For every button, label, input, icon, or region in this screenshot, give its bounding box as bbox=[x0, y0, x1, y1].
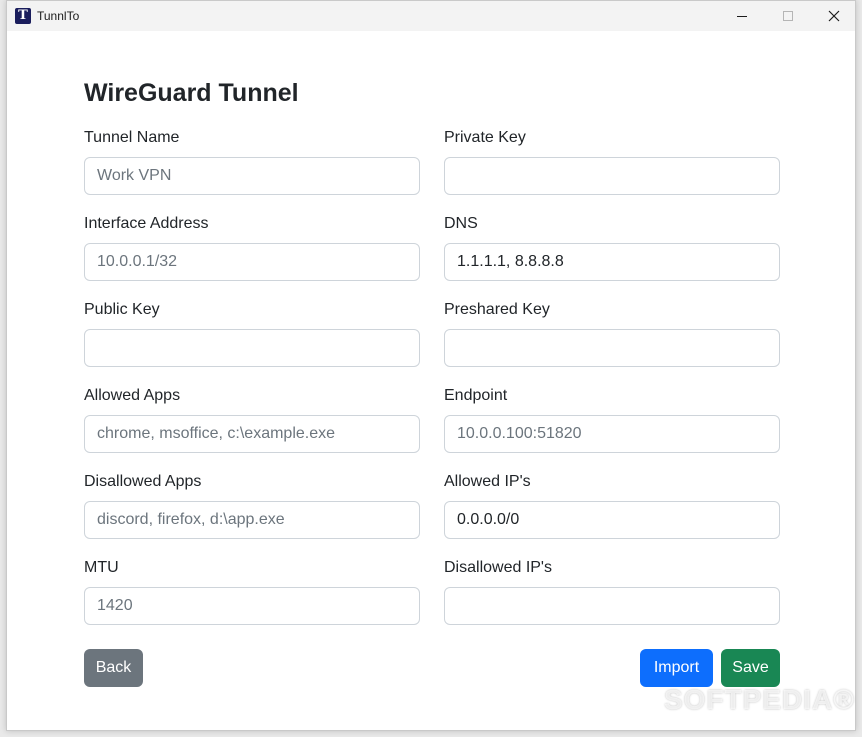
endpoint-label: Endpoint bbox=[444, 387, 508, 404]
mtu-input[interactable] bbox=[84, 587, 420, 625]
minimize-button[interactable] bbox=[719, 1, 765, 31]
allowed-ips-input[interactable] bbox=[444, 501, 780, 539]
preshared-key-input[interactable] bbox=[444, 329, 780, 367]
back-button[interactable]: Back bbox=[84, 649, 143, 687]
disallowed-ips-label: Disallowed IP's bbox=[444, 559, 552, 576]
app-logo-icon: T bbox=[15, 8, 31, 24]
disallowed-apps-input[interactable] bbox=[84, 501, 420, 539]
import-button[interactable]: Import bbox=[640, 649, 713, 687]
title-bar: T TunnlTo bbox=[7, 1, 855, 31]
allowed-ips-label: Allowed IP's bbox=[444, 473, 531, 490]
maximize-button[interactable] bbox=[765, 1, 811, 31]
tunnel-name-input[interactable] bbox=[84, 157, 420, 195]
tunnel-name-label: Tunnel Name bbox=[84, 129, 180, 146]
private-key-label: Private Key bbox=[444, 129, 526, 146]
allowed-apps-input[interactable] bbox=[84, 415, 420, 453]
watermark: SOFTPEDIA® bbox=[664, 684, 855, 715]
public-key-label: Public Key bbox=[84, 301, 160, 318]
page-title: WireGuard Tunnel bbox=[84, 79, 299, 107]
close-icon bbox=[828, 10, 840, 22]
mtu-label: MTU bbox=[84, 559, 119, 576]
disallowed-ips-input[interactable] bbox=[444, 587, 780, 625]
app-window: T TunnlTo WireGuard Tunnel Tunnel Name P… bbox=[6, 0, 856, 731]
dns-input[interactable] bbox=[444, 243, 780, 281]
public-key-input[interactable] bbox=[84, 329, 420, 367]
disallowed-apps-label: Disallowed Apps bbox=[84, 473, 202, 490]
window-title: TunnlTo bbox=[37, 9, 80, 23]
private-key-input[interactable] bbox=[444, 157, 780, 195]
preshared-key-label: Preshared Key bbox=[444, 301, 550, 318]
close-button[interactable] bbox=[811, 1, 857, 31]
interface-address-input[interactable] bbox=[84, 243, 420, 281]
maximize-icon bbox=[783, 11, 793, 21]
dns-label: DNS bbox=[444, 215, 478, 232]
minimize-icon bbox=[737, 15, 747, 17]
interface-address-label: Interface Address bbox=[84, 215, 209, 232]
endpoint-input[interactable] bbox=[444, 415, 780, 453]
save-button[interactable]: Save bbox=[721, 649, 780, 687]
allowed-apps-label: Allowed Apps bbox=[84, 387, 181, 404]
